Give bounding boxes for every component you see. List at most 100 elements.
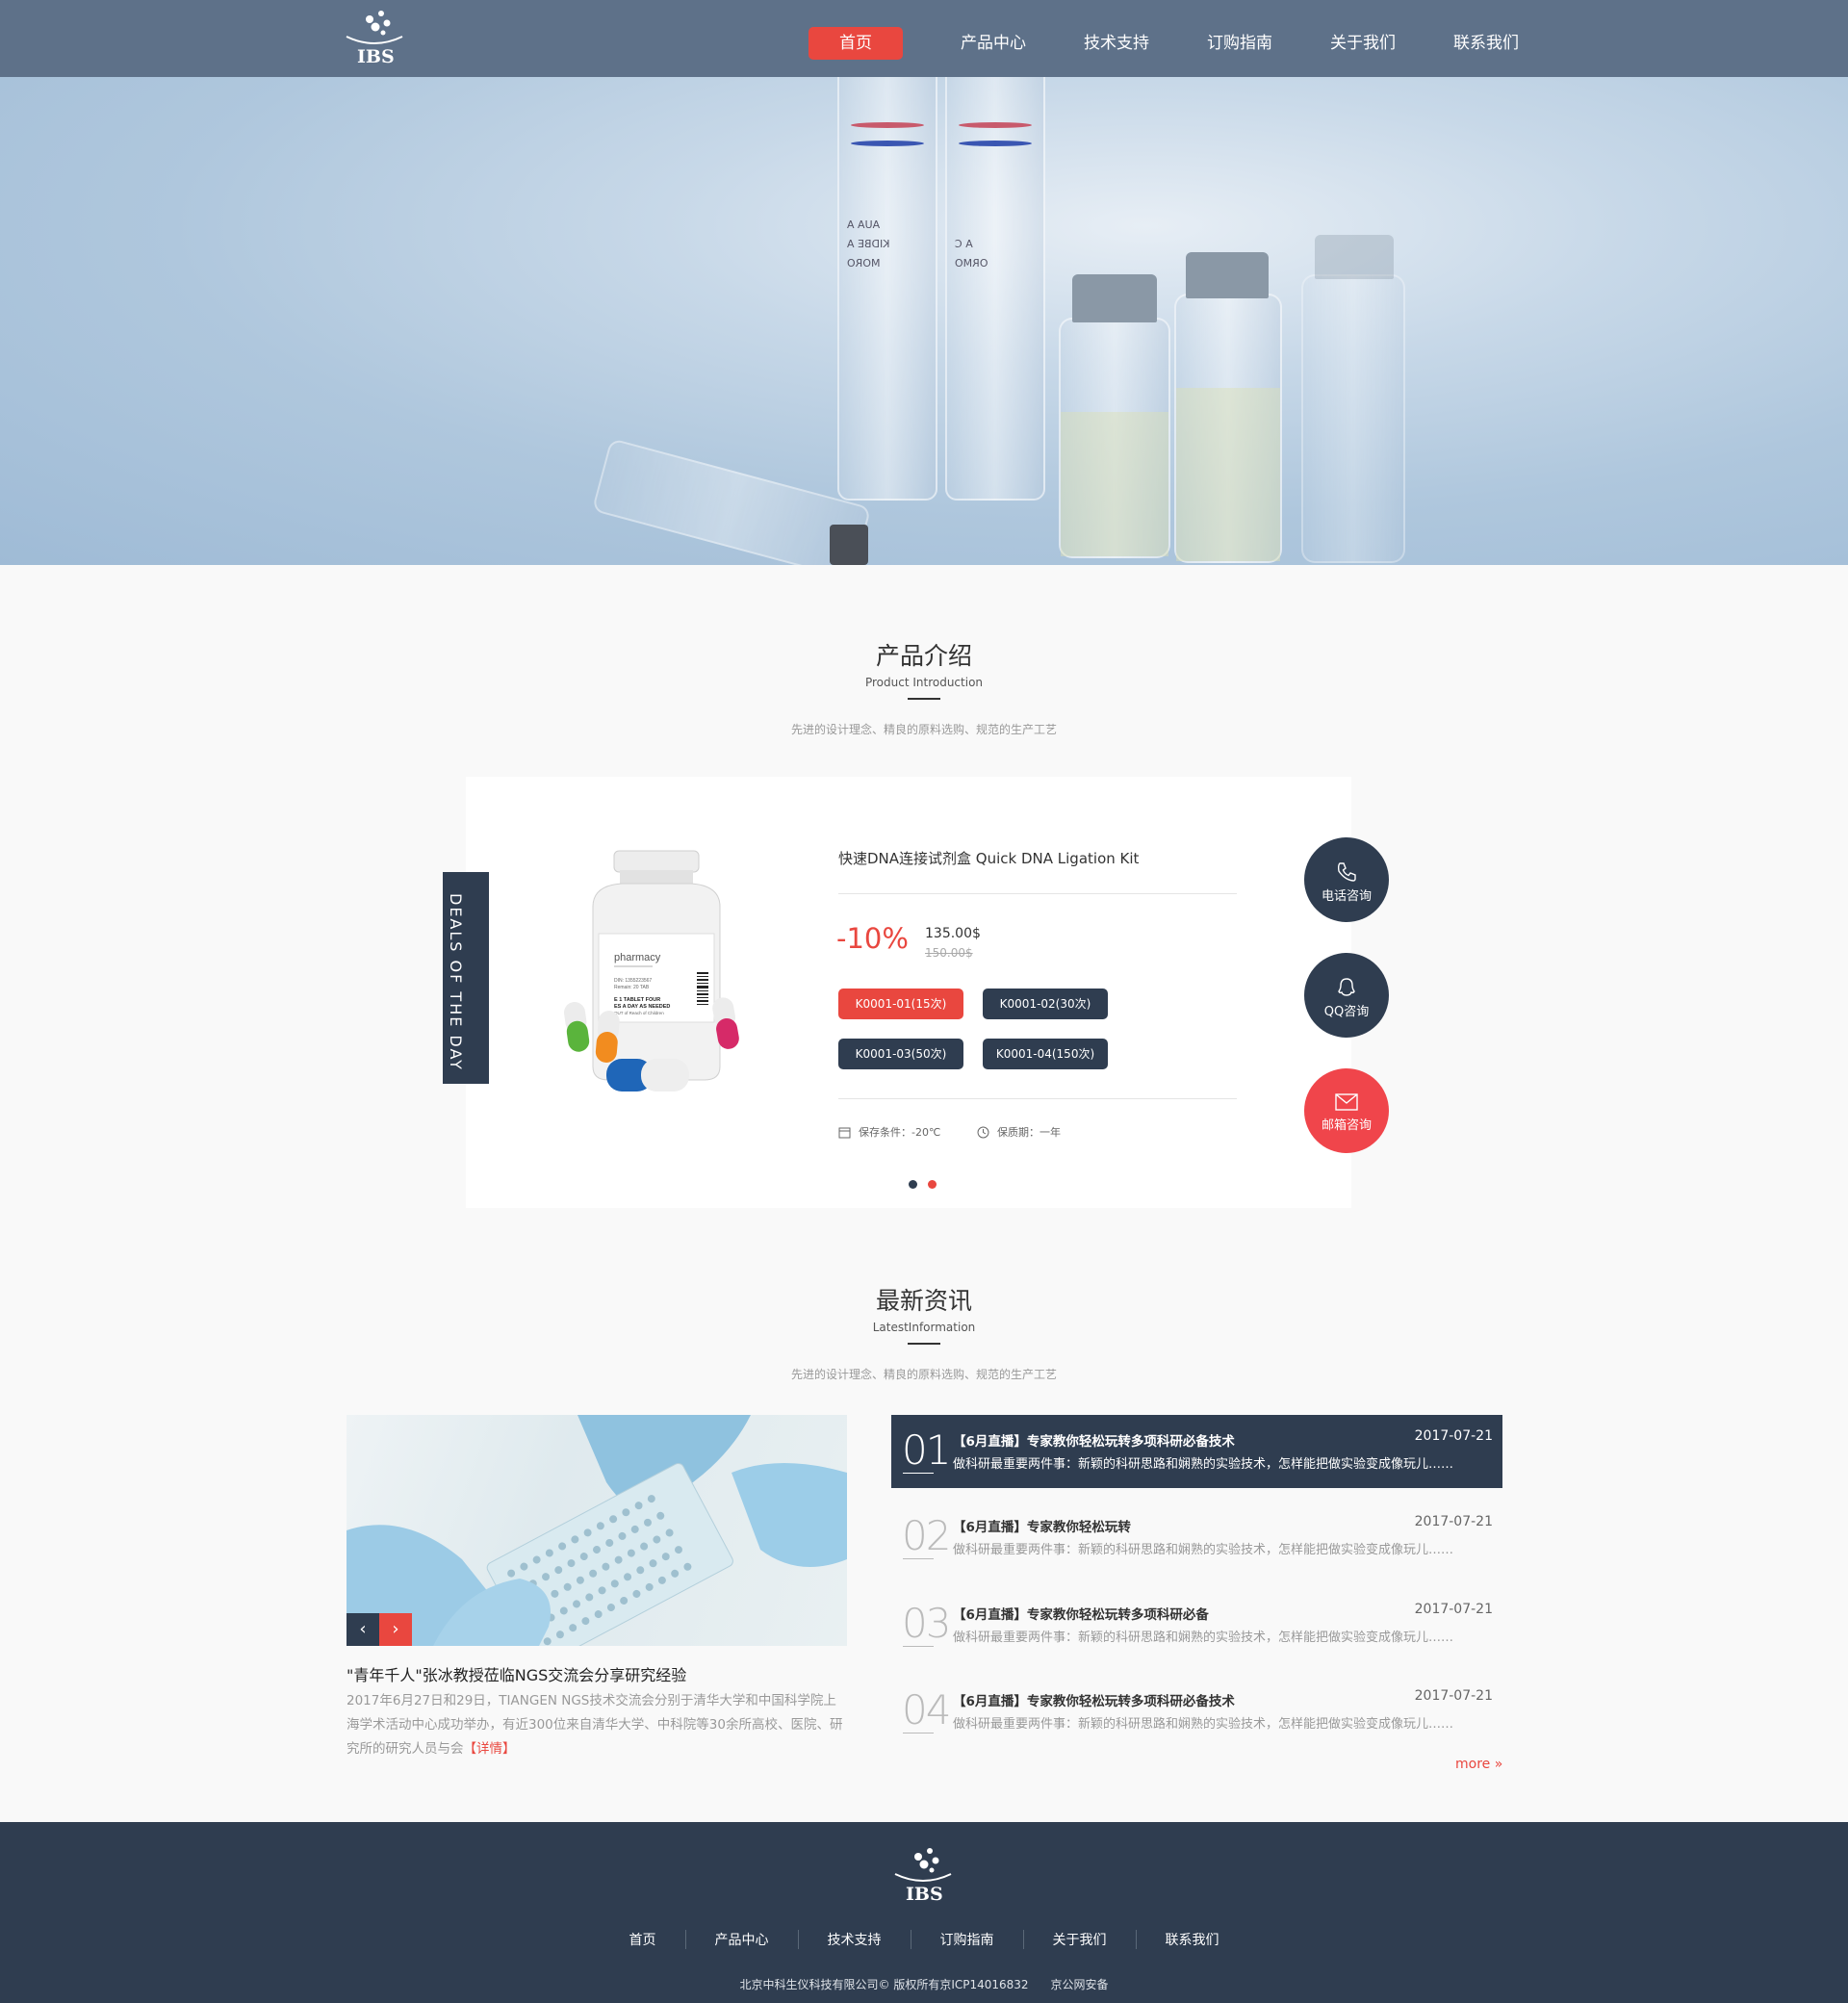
footer-nav-products[interactable]: 产品中心: [684, 1930, 798, 1949]
hero-ampoule-right: A C ORMO: [945, 19, 1045, 501]
storage-condition: 保存条件：-20℃: [838, 1124, 940, 1140]
news-list-item[interactable]: 02 【6月直播】专家教你轻松玩转 做科研最重要两件事：新颖的科研思路和娴熟的实…: [891, 1501, 1502, 1574]
phone-consult-button[interactable]: 电话咨询: [1304, 837, 1389, 922]
divider: [838, 893, 1237, 894]
top-navbar: IBS 首页 产品中心 技术支持 订购指南 关于我们 联系我们: [0, 0, 1848, 77]
bottle-label-line-4: ES A DAY AS NEEDED: [614, 1004, 670, 1010]
bottle-label-line-2: Remain: 20 TAB: [614, 985, 650, 990]
news-item-desc: 做科研最重要两件事：新颖的科研思路和娴熟的实验技术，怎样能把做实验变成像玩儿……: [953, 1543, 1454, 1557]
email-consult-label: 邮箱咨询: [1321, 1118, 1372, 1133]
news-item-title: 【6月直播】专家教你轻松玩转多项科研必备技术: [953, 1434, 1235, 1450]
news-section-header: 最新资讯 LatestInformation 先进的设计理念、精良的原料选购、规…: [0, 1282, 1848, 1382]
logo[interactable]: IBS: [343, 8, 406, 67]
original-price: 150.00$: [925, 946, 973, 960]
logo-molecule-icon: [894, 1848, 952, 1882]
nav-order-guide[interactable]: 订购指南: [1178, 27, 1301, 60]
main-nav: 首页 产品中心 技术支持 订购指南 关于我们 联系我们: [808, 27, 1548, 60]
footer-nav-contact[interactable]: 联系我们: [1135, 1930, 1248, 1949]
title-divider: [908, 698, 940, 700]
news-item-number: 04: [902, 1686, 951, 1733]
option-k0001-01[interactable]: K0001-01(15次): [838, 989, 963, 1019]
featured-news-body: 2017年6月27日和29日，TIANGEN NGS技术交流会分别于清华大学和中…: [346, 1689, 847, 1761]
hero-ampoule-label-2: KIDBE A: [847, 238, 890, 250]
news-next-button[interactable]: ›: [379, 1613, 412, 1646]
news-item-title: 【6月直播】专家教你轻松玩转多项科研必备: [953, 1607, 1209, 1623]
carousel-dot-2[interactable]: [928, 1180, 937, 1189]
featured-news-title[interactable]: "青年千人"张冰教授莅临NGS交流会分享研究经验: [346, 1662, 686, 1685]
qq-consult-button[interactable]: QQ咨询: [1304, 953, 1389, 1038]
hero-ampoule-label-4: A C: [955, 238, 973, 250]
deals-of-the-day-badge: DEALS OF THE DAY: [443, 872, 489, 1084]
copyright: 北京中科生仪科技有限公司© 版权所有京ICP14016832 京公网安备: [0, 1976, 1848, 1992]
option-k0001-02[interactable]: K0001-02(30次): [983, 989, 1108, 1019]
bottle-label-line-1: DIN: 1355223567: [614, 978, 652, 984]
bottle-label-line-3: E 1 TABLET FOUR: [614, 997, 660, 1003]
product-section-header: 产品介绍 Product Introduction 先进的设计理念、精良的原料选…: [0, 637, 1848, 737]
current-price: 135.00$: [925, 926, 981, 941]
qq-consult-label: QQ咨询: [1323, 1005, 1370, 1019]
clock-icon: [977, 1126, 989, 1138]
hero-ampoule-left: AUA A KIDBE A MORO: [837, 19, 937, 501]
shelf-life: 保质期：一年: [977, 1124, 1061, 1140]
hero-vial-3: [1301, 274, 1405, 563]
hero-ampoule-label-3: MORO: [847, 257, 881, 270]
featured-news-text: 2017年6月27日和29日，TIANGEN NGS技术交流会分别于清华大学和中…: [346, 1693, 843, 1757]
news-more-link[interactable]: more »: [1455, 1757, 1502, 1772]
featured-news-detail-link[interactable]: 【详情】: [464, 1741, 516, 1757]
news-list-item[interactable]: 01 【6月直播】专家教你轻松玩转多项科研必备技术 做科研最重要两件事：新颖的科…: [891, 1415, 1502, 1488]
news-list-item[interactable]: 04 【6月直播】专家教你轻松玩转多项科研必备技术 做科研最重要两件事：新颖的科…: [891, 1675, 1502, 1748]
nav-home[interactable]: 首页: [808, 27, 903, 60]
footer-logo-text: IBS: [906, 1884, 943, 1905]
security-record[interactable]: 京公网安备: [1050, 1978, 1108, 1991]
deals-badge-text: DEALS OF THE DAY: [447, 893, 465, 1071]
nav-products[interactable]: 产品中心: [932, 27, 1055, 60]
email-consult-button[interactable]: 邮箱咨询: [1304, 1068, 1389, 1153]
storage-condition-text: 保存条件：-20℃: [859, 1126, 941, 1139]
product-section-tagline: 先进的设计理念、精良的原料选购、规范的生产工艺: [790, 723, 1057, 736]
news-section-subtitle: LatestInformation: [872, 1321, 976, 1334]
footer-nav: 首页 产品中心 技术支持 订购指南 关于我们 联系我们: [0, 1930, 1848, 1949]
hero-ampoule-label-5: ORMO: [955, 257, 988, 270]
featured-news-image[interactable]: [346, 1415, 847, 1646]
news-item-title: 【6月直播】专家教你轻松玩转: [953, 1520, 1131, 1535]
news-prev-button[interactable]: ‹: [346, 1613, 379, 1646]
news-list-item[interactable]: 03 【6月直播】专家教你轻松玩转多项科研必备 做科研最重要两件事：新颖的科研思…: [891, 1588, 1502, 1661]
logo-molecule-icon: [346, 11, 403, 44]
footer-nav-order-guide[interactable]: 订购指南: [910, 1930, 1023, 1949]
phone-icon: [1337, 862, 1356, 882]
shelf-life-text: 保质期：一年: [997, 1126, 1061, 1139]
option-k0001-04[interactable]: K0001-04(150次): [983, 1039, 1108, 1069]
footer-logo[interactable]: IBS: [891, 1845, 955, 1905]
product-section-subtitle: Product Introduction: [864, 676, 984, 689]
footer-nav-tech-support[interactable]: 技术支持: [797, 1930, 911, 1949]
nav-tech-support[interactable]: 技术支持: [1055, 27, 1178, 60]
news-item-number: 02: [902, 1512, 951, 1559]
mail-icon: [1335, 1093, 1358, 1111]
bottle-label-text: pharmacy: [614, 952, 661, 963]
news-item-date: 2017-07-21: [1414, 1688, 1493, 1704]
news-section-title: 最新资讯: [875, 1287, 972, 1315]
carousel-dot-1[interactable]: [909, 1180, 917, 1189]
phone-consult-label: 电话咨询: [1321, 889, 1372, 904]
option-k0001-03[interactable]: K0001-03(50次): [838, 1039, 963, 1069]
product-section-title: 产品介绍: [875, 642, 972, 670]
nav-about[interactable]: 关于我们: [1301, 27, 1424, 60]
news-item-number: 01: [902, 1426, 951, 1474]
news-item-desc: 做科研最重要两件事：新颖的科研思路和娴熟的实验技术，怎样能把做实验变成像玩儿……: [953, 1631, 1454, 1645]
nav-contact[interactable]: 联系我们: [1424, 27, 1548, 60]
discount-label: -10%: [836, 922, 909, 955]
lab-gloves-illustration: [346, 1415, 847, 1646]
divider: [903, 1473, 934, 1474]
product-title[interactable]: 快速DNA连接试剂盒 Quick DNA Ligation Kit: [838, 848, 1139, 868]
footer-nav-about[interactable]: 关于我们: [1022, 1930, 1136, 1949]
copyright-text: 北京中科生仪科技有限公司© 版权所有京ICP14016832: [739, 1978, 1029, 1991]
footer-nav-home[interactable]: 首页: [601, 1930, 685, 1949]
qq-penguin-icon: [1338, 978, 1355, 996]
divider: [903, 1646, 934, 1647]
news-item-date: 2017-07-21: [1414, 1514, 1493, 1529]
news-item-number: 03: [902, 1600, 951, 1647]
news-item-title: 【6月直播】专家教你轻松玩转多项科研必备技术: [953, 1694, 1235, 1709]
product-bottle-image: pharmacy DIN: 1355223567 Remain: 20 TAB …: [564, 850, 739, 1091]
calendar-icon: [838, 1127, 851, 1138]
divider: [903, 1558, 934, 1559]
